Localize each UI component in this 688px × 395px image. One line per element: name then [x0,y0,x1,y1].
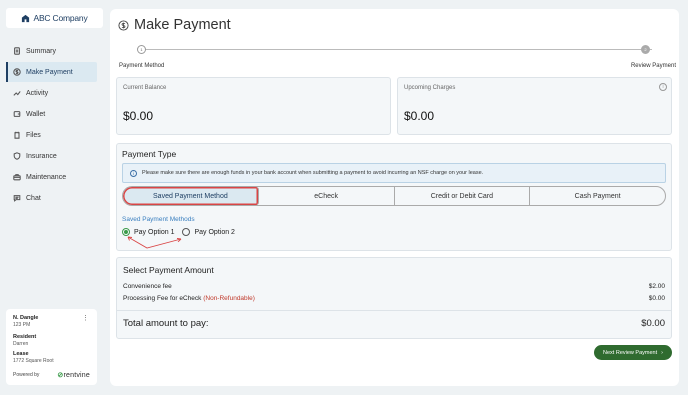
convenience-fee-label: Convenience fee [123,283,172,290]
sidebar-item-label: Insurance [26,152,57,160]
lease-value: 1772 Square Root [13,358,54,364]
sidebar-item-summary[interactable]: Summary [6,41,97,61]
saved-methods-label: Saved Payment Methods [122,216,195,223]
chevron-right-icon: › [661,349,663,356]
notice-text: Please make sure there are enough funds … [142,170,484,176]
stepper-line [141,49,652,50]
info-icon[interactable]: i [659,83,667,91]
upcoming-charges-value: $0.00 [404,109,435,123]
sidebar-item-label: Summary [26,47,56,55]
convenience-fee-value: $2.00 [648,283,665,290]
resident-label: Resident [13,334,37,340]
main-panel: Make Payment 1 2 Payment Method Review P… [110,9,679,386]
shield-icon [13,152,21,160]
sidebar-item-make-payment[interactable]: Make Payment [6,62,97,82]
sidebar-item-label: Wallet [26,110,46,118]
sidebar-item-wallet[interactable]: Wallet [6,104,97,124]
page-title: Make Payment [118,17,231,33]
resident-value: Darren [13,341,29,347]
sidebar-item-activity[interactable]: Activity [6,83,97,103]
sidebar-item-label: Make Payment [26,68,73,76]
sidebar-item-files[interactable]: Files [6,125,97,145]
sidebar-item-insurance[interactable]: Insurance [6,146,97,166]
convenience-fee-row: Convenience fee $2.00 [123,283,665,290]
annotation-arrow [127,236,182,249]
pay-option-2-label[interactable]: Pay Option 2 [194,229,234,236]
next-button-label: Next Review Payment [603,349,658,356]
info-circle-icon: i [130,169,137,177]
payment-type-tabs: Saved Payment Method eCheck Credit or De… [122,186,666,206]
current-balance-card: Current Balance $0.00 [116,77,391,135]
total-row: Total amount to pay: $0.00 [123,318,665,329]
step-1-dot: 1 [137,45,146,54]
upcoming-charges-label: Upcoming Charges [404,85,456,91]
step-1-label: Payment Method [119,63,165,69]
home-logo-icon [22,14,30,22]
current-balance-label: Current Balance [123,85,167,91]
sidebar-item-label: Activity [26,89,49,97]
total-label: Total amount to pay: [123,318,209,329]
step-2-dot: 2 [641,45,650,54]
tab-cash-payment[interactable]: Cash Payment [530,187,665,205]
sidebar: ABC Company Summary Make Payment Activit… [0,0,106,395]
processing-fee-value: $0.00 [648,295,665,302]
sidebar-nav: Summary Make Payment Activity Wallet Fil… [6,41,97,209]
logo-text: ABC Company [33,13,88,23]
step-2-label: Review Payment [630,63,676,69]
trend-icon [13,91,21,96]
sidebar-item-label: Maintenance [26,173,67,181]
page-title-text: Make Payment [134,17,231,33]
current-balance-value: $0.00 [123,109,154,123]
processing-fee-label: Processing Fee for eCheck [123,295,202,302]
total-value: $0.00 [641,318,665,329]
document-icon [14,47,20,55]
nsf-notice: i Please make sure there are enough fund… [122,163,666,183]
wallet-icon [13,111,21,117]
powered-by-label: Powered by [13,372,40,378]
folder-icon [14,131,20,139]
next-review-payment-button[interactable]: Next Review Payment › [594,345,672,360]
amount-divider [117,310,671,311]
dollar-circle-icon [118,19,129,31]
sidebar-item-maintenance[interactable]: Maintenance [6,167,97,187]
tab-echeck[interactable]: eCheck [259,187,395,205]
payment-amount-card: Select Payment Amount Convenience fee $2… [116,257,672,339]
sidebar-item-label: Chat [26,194,41,202]
amount-title: Select Payment Amount [123,265,214,275]
tab-credit-debit-card[interactable]: Credit or Debit Card [395,187,531,205]
rentvine-logo: ⊘rentvine [57,372,90,379]
upcoming-charges-card: Upcoming Charges $0.00 i [397,77,672,135]
powered-by-footer: Powered by ⊘rentvine [13,371,90,379]
company-logo[interactable]: ABC Company [6,8,103,28]
non-refundable-note: (Non-Refundable) [203,295,255,302]
user-card: N. Dangle 123 PM ⋮ Resident Darren Lease… [6,309,97,385]
sidebar-item-label: Files [26,131,41,139]
tab-saved-payment-method[interactable]: Saved Payment Method [123,187,259,205]
lease-label: Lease [13,351,29,357]
user-time: 123 PM [13,322,31,328]
payment-type-title: Payment Type [122,149,177,159]
processing-fee-row: Processing Fee for eCheck (Non-Refundabl… [123,295,665,302]
dollar-icon [13,68,21,76]
user-name: N. Dangle [13,315,39,321]
sidebar-item-chat[interactable]: Chat [6,188,97,208]
toolbox-icon [13,174,21,181]
kebab-menu-icon[interactable]: ⋮ [82,314,89,322]
chat-icon [13,195,21,202]
